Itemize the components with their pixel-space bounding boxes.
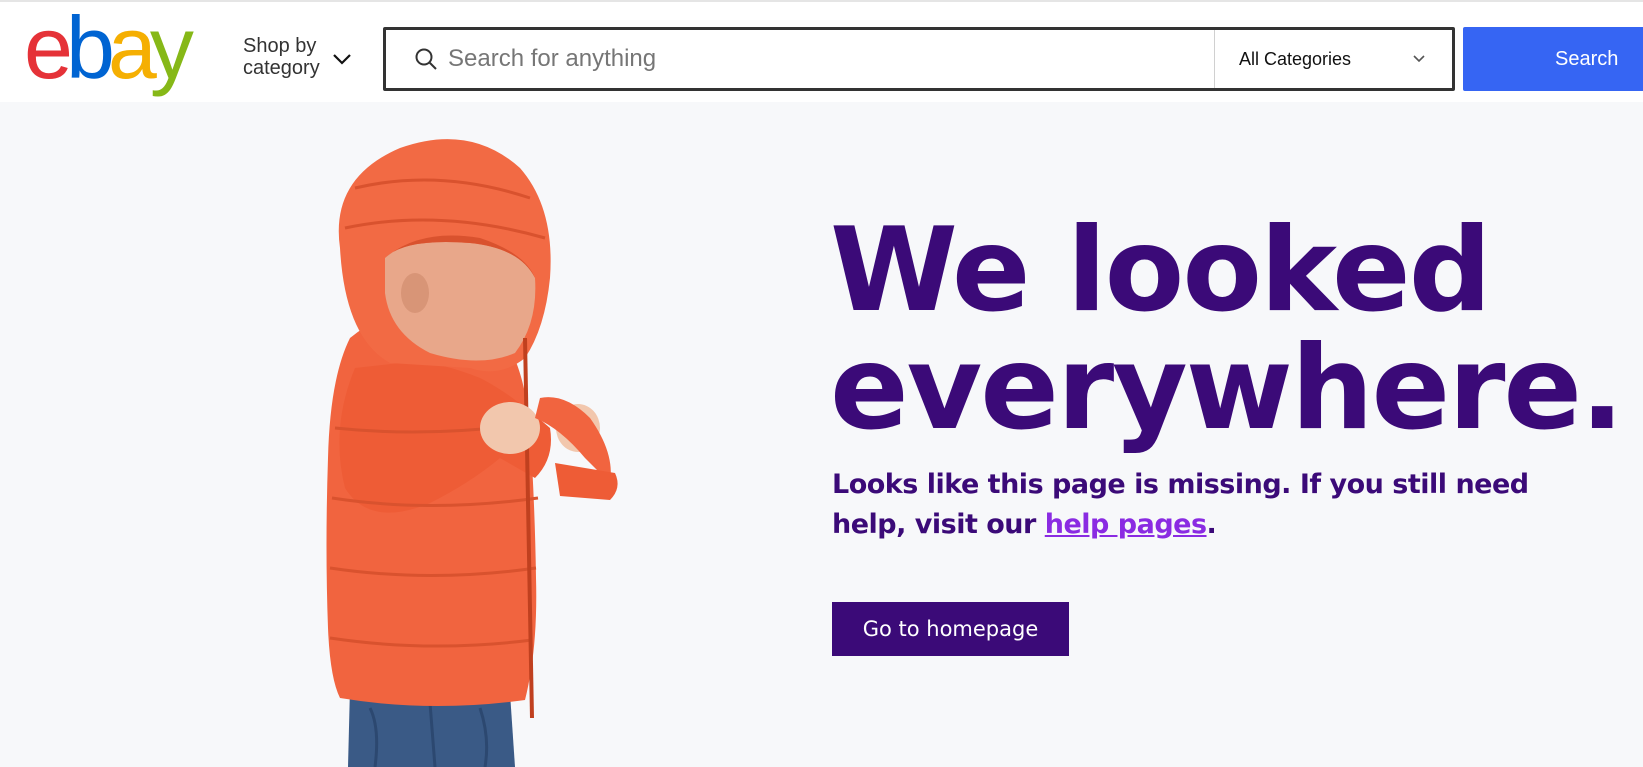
search-bar: All Categories <box>383 27 1455 91</box>
logo-letter-e: e <box>24 0 73 97</box>
logo-letter-y: y <box>149 0 194 97</box>
chevron-down-icon <box>332 54 351 65</box>
message-period: . <box>1206 509 1217 540</box>
logo-letter-b: b <box>65 0 115 97</box>
page-headline: We looked everywhere. <box>830 203 1624 456</box>
chevron-down-icon <box>1413 55 1425 63</box>
category-select[interactable]: All Categories <box>1215 30 1452 88</box>
ebay-logo[interactable]: ebay <box>24 4 194 92</box>
search-input[interactable] <box>448 38 1168 80</box>
child-in-orange-jacket-image <box>326 139 618 767</box>
help-pages-link[interactable]: help pages <box>1045 509 1207 540</box>
category-select-value: All Categories <box>1239 48 1352 69</box>
shop-by-label-line2: category <box>243 57 320 79</box>
go-to-homepage-button[interactable]: Go to homepage <box>832 602 1069 656</box>
shop-by-category-label: Shop by category <box>243 35 320 79</box>
search-icon <box>415 48 437 70</box>
search-button[interactable]: Search <box>1463 27 1643 91</box>
site-header: ebay Shop by category All Categories Sea… <box>0 2 1643 102</box>
shop-by-category-button[interactable]: Shop by category <box>243 35 352 79</box>
missing-page-message: Looks like this page is missing. If you … <box>832 465 1592 545</box>
headline-line-2: everywhere. <box>830 321 1624 456</box>
shop-by-label-line1: Shop by <box>243 35 317 57</box>
logo-letter-a: a <box>107 0 157 97</box>
headline-line-1: We looked <box>830 203 1492 338</box>
